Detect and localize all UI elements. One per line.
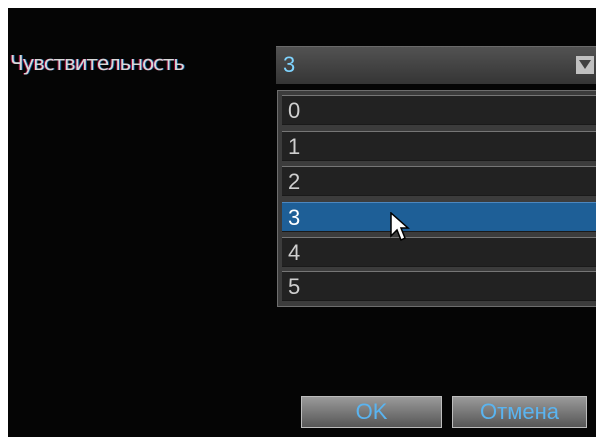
sensitivity-option-0[interactable]: 0 — [282, 95, 596, 125]
sensitivity-label: Чувствительность — [10, 51, 185, 75]
sensitivity-option-2[interactable]: 2 — [282, 166, 596, 196]
dropdown-arrow-icon[interactable] — [576, 56, 594, 74]
sensitivity-option-1[interactable]: 1 — [282, 131, 596, 161]
sensitivity-selected-value: 3 — [283, 52, 296, 77]
ok-button[interactable]: OK — [301, 396, 442, 428]
sensitivity-option-4[interactable]: 4 — [282, 237, 596, 267]
sensitivity-select[interactable]: 3 — [276, 46, 596, 84]
sensitivity-option-5[interactable]: 5 — [282, 271, 596, 301]
sensitivity-options-list: 0 1 2 3 4 5 — [277, 90, 596, 307]
cancel-button[interactable]: Отмена — [452, 396, 587, 428]
mouse-pointer-icon — [390, 212, 410, 242]
sensitivity-option-3[interactable]: 3 — [282, 202, 596, 232]
screen: Чувствительность 3 0 1 2 3 4 5 OK Отмена — [0, 0, 596, 437]
